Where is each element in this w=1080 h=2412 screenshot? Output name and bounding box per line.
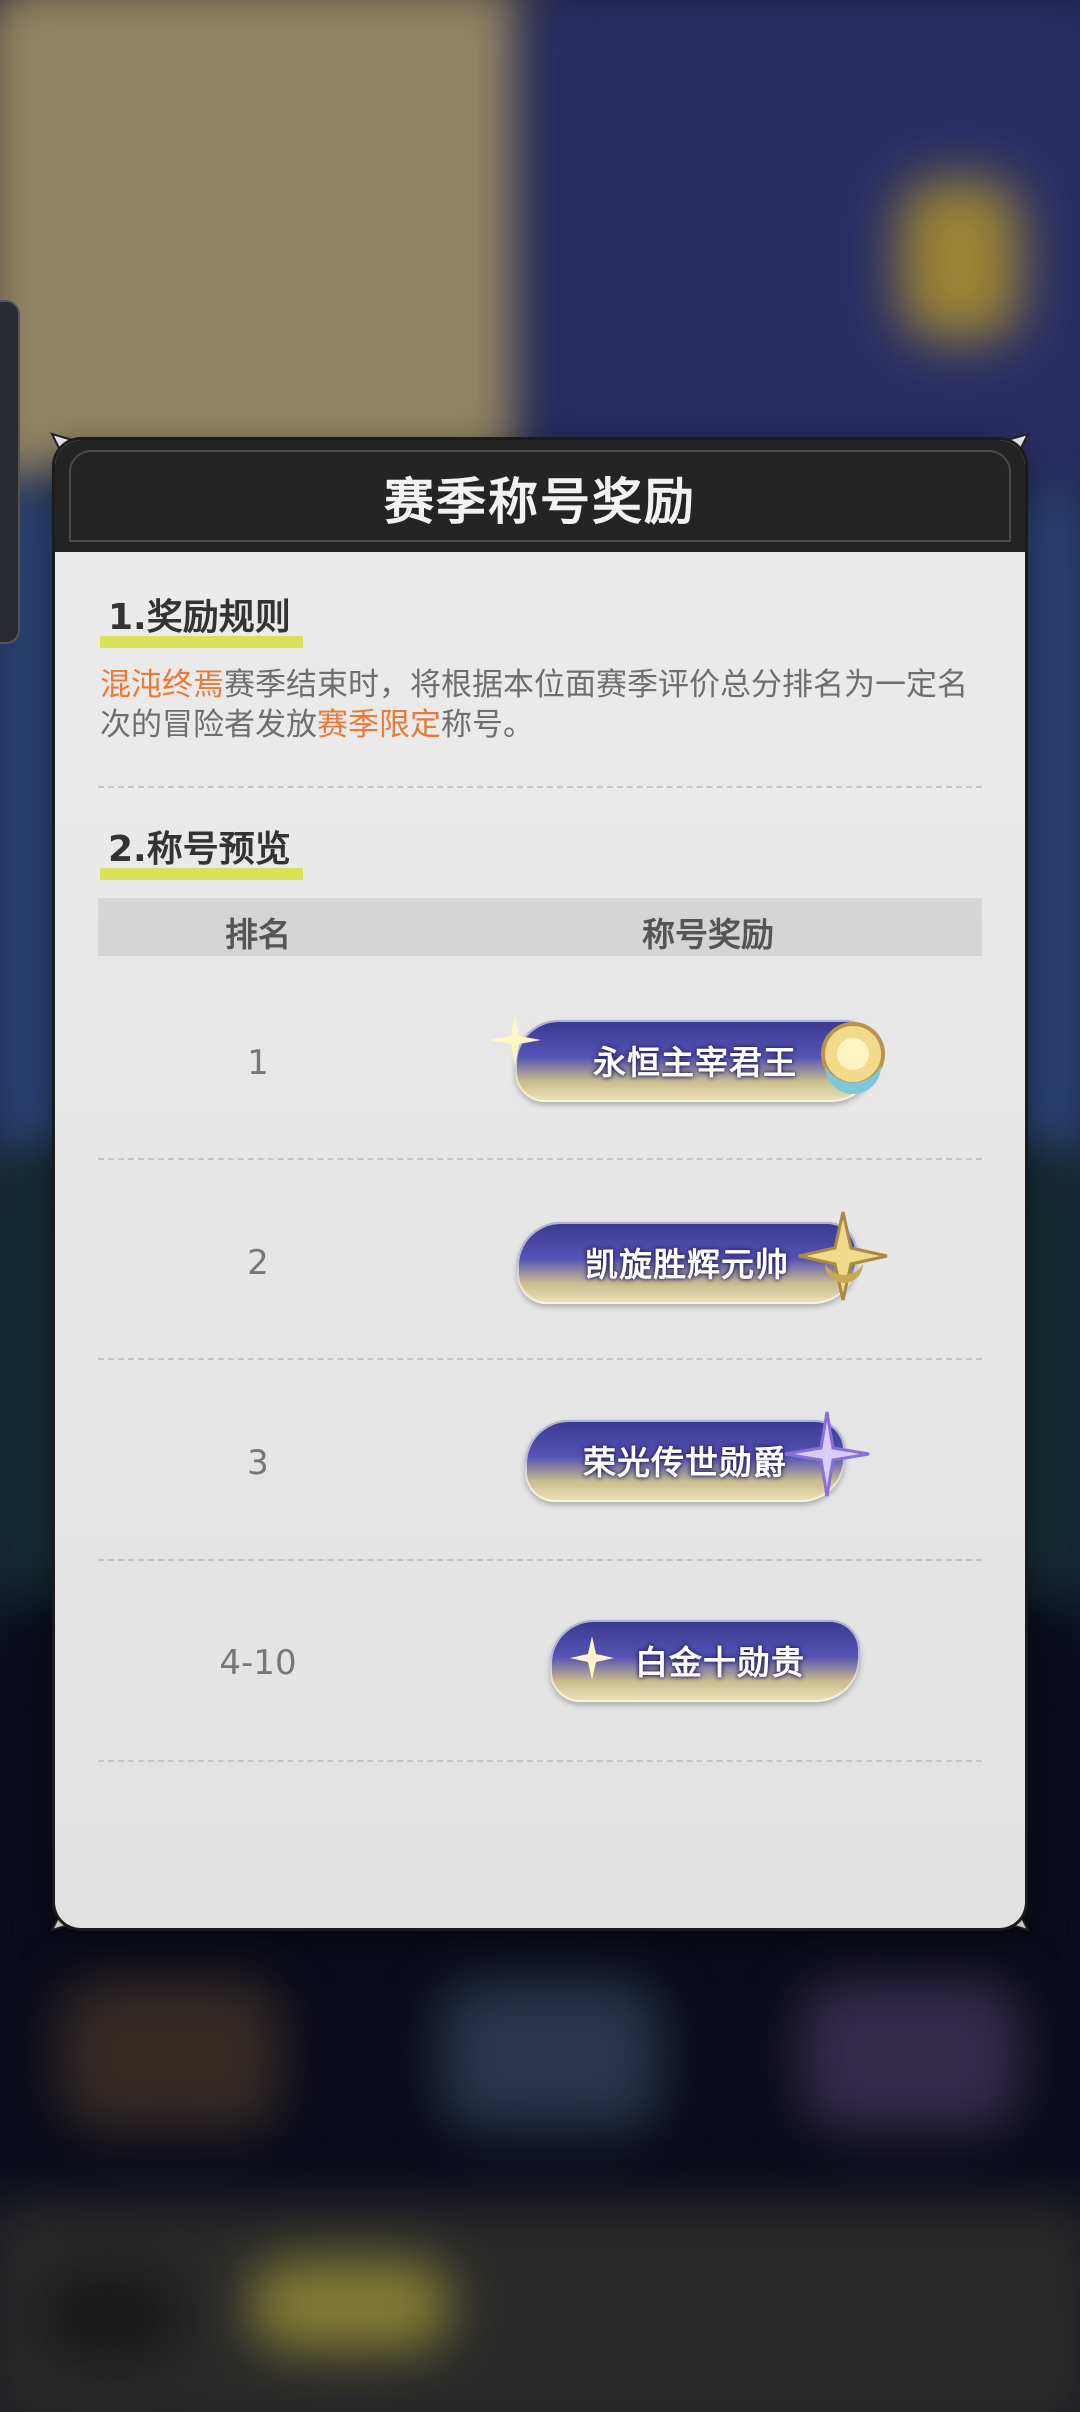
title-badge: 永恒主宰君王	[489, 1014, 885, 1102]
sparkle-icon	[489, 1014, 541, 1066]
rank-value: 4-10	[219, 1643, 297, 1683]
column-header-title: 称号奖励	[642, 915, 774, 954]
rank-value: 2	[247, 1243, 269, 1283]
small-sparkle-icon	[570, 1636, 614, 1680]
rule-suffix: 称号。	[441, 707, 534, 743]
title-badge: 荣光传世勋爵	[525, 1411, 870, 1502]
rule-body: 赛季结束时，将根据本位面赛季评价总分排名为一定名次的冒险者发放	[100, 667, 968, 743]
rank-value: 1	[247, 1043, 269, 1083]
sparkle-star-icon	[784, 1411, 870, 1497]
title-badge: 白金十勋贵	[550, 1620, 860, 1702]
season-limited-label: 赛季限定	[317, 707, 441, 743]
season-title-reward-modal: 赛季称号奖励 1.奖励规则 混沌终焉赛季结束时，将根据本位面赛季评价总分排名为一…	[55, 440, 1025, 1928]
divider	[98, 786, 982, 788]
title-badge: 凯旋胜辉元帅	[517, 1211, 888, 1304]
rank-value: 3	[247, 1443, 269, 1483]
column-header-rank: 排名	[225, 915, 291, 954]
row-divider	[98, 1158, 982, 1160]
title-badge-label: 白金十勋贵	[635, 1643, 805, 1682]
section-heading-rules: 1.奖励规则	[100, 588, 303, 648]
sun-moon-icon	[821, 1022, 885, 1094]
row-divider	[98, 1760, 982, 1762]
row-divider	[98, 1559, 982, 1561]
table-header: 排名 称号奖励	[98, 898, 982, 956]
row-divider	[98, 1358, 982, 1360]
section-heading-text: 2.称号预览	[108, 829, 291, 870]
season-name: 混沌终焉	[100, 667, 224, 703]
modal-title: 赛季称号奖励	[384, 473, 696, 531]
reward-rule-text: 混沌终焉赛季结束时，将根据本位面赛季评价总分排名为一定名次的冒险者发放赛季限定称…	[100, 665, 980, 745]
section-heading-text: 1.奖励规则	[108, 597, 291, 638]
modal-header: 赛季称号奖励	[55, 440, 1025, 552]
section-heading-preview: 2.称号预览	[100, 820, 303, 880]
side-handle[interactable]	[0, 300, 20, 644]
star-moon-icon	[798, 1211, 888, 1301]
